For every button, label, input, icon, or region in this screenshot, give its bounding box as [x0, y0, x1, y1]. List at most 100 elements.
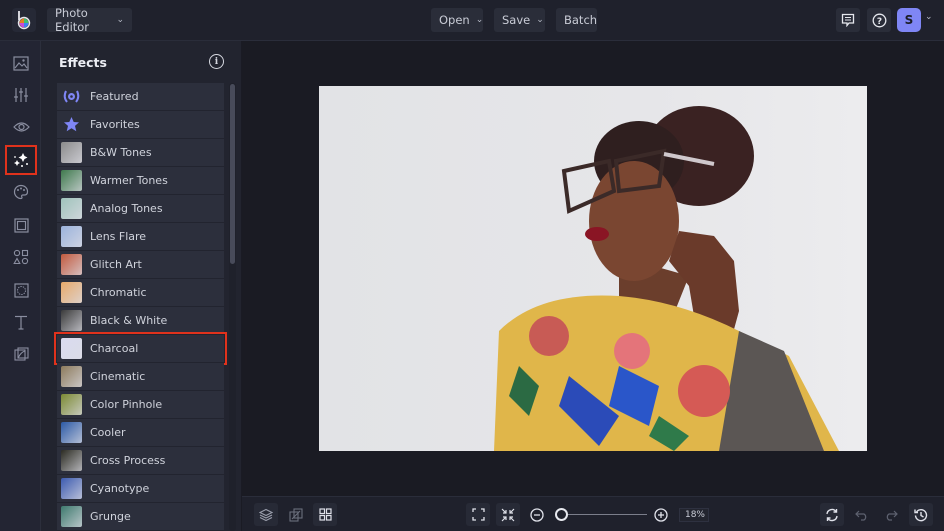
effects-list: Featured Favorites B&W Tones Warmer Tones An…: [54, 83, 227, 531]
zoom-in-icon[interactable]: [654, 508, 668, 522]
zoom-slider-handle[interactable]: [554, 508, 568, 521]
effect-label: Favorites: [90, 118, 140, 131]
zoom-slider-track[interactable]: [555, 514, 647, 515]
compare-button[interactable]: [284, 503, 308, 526]
effect-item-featured[interactable]: Featured: [57, 83, 224, 110]
effect-item-black-white[interactable]: Black & White: [57, 307, 224, 334]
rail-touch-up[interactable]: [5, 112, 37, 142]
canvas-area: [242, 41, 944, 496]
effect-item-lens-flare[interactable]: Lens Flare: [57, 223, 224, 250]
tool-rail: [0, 41, 41, 531]
svg-text:?: ?: [876, 17, 881, 27]
grid-view-button[interactable]: [313, 503, 337, 526]
effect-thumbnail: [61, 338, 82, 359]
effect-label: Cyanotype: [90, 482, 150, 495]
effect-item-cross-process[interactable]: Cross Process: [57, 447, 224, 474]
effect-label: Warmer Tones: [90, 174, 168, 187]
save-button[interactable]: Save ⌄: [494, 8, 545, 32]
zoom-percentage-input[interactable]: 18%: [679, 508, 709, 522]
info-icon[interactable]: i: [209, 54, 224, 69]
chat-icon: [841, 13, 855, 27]
effect-thumbnail: [61, 198, 82, 219]
effect-label: Cross Process: [90, 454, 166, 467]
rail-text[interactable]: [5, 307, 37, 337]
help-icon: ?: [872, 13, 886, 27]
effects-sparkle-icon: [14, 153, 28, 167]
eye-icon: [12, 122, 30, 132]
save-label: Save: [502, 13, 531, 27]
rail-graphics[interactable]: [5, 242, 37, 272]
effect-item-cooler[interactable]: Cooler: [57, 419, 224, 446]
feedback-button[interactable]: [836, 8, 860, 32]
effect-label: Lens Flare: [90, 230, 147, 243]
effect-thumbnail: [61, 394, 82, 415]
help-button[interactable]: ?: [867, 8, 891, 32]
rail-image[interactable]: [5, 48, 37, 78]
effect-thumbnail: [61, 142, 82, 163]
app-logo[interactable]: [12, 8, 36, 32]
chevron-down-icon: ⌄: [116, 15, 124, 25]
layers-button[interactable]: [254, 503, 278, 526]
effect-thumbnail: [61, 422, 82, 443]
effect-item-cinematic[interactable]: Cinematic: [57, 363, 224, 390]
befunky-logo-icon: [17, 11, 31, 30]
fullscreen-icon: [471, 508, 485, 521]
top-bar: Photo Editor ⌄ Open ⌄ Save ⌄ Batch ? S ⌄: [0, 0, 944, 41]
redo-button[interactable]: [879, 503, 903, 526]
reset-button[interactable]: [820, 503, 844, 526]
graphics-shapes-icon: [13, 249, 29, 265]
layers-icon: [259, 508, 273, 521]
effect-item-chromatic[interactable]: Chromatic: [57, 279, 224, 306]
effect-label: Chromatic: [90, 286, 147, 299]
featured-laurel-icon: [63, 90, 80, 103]
effect-item-glitch-art[interactable]: Glitch Art: [57, 251, 224, 278]
grid-icon: [318, 508, 332, 521]
effect-item-analog-tones[interactable]: Analog Tones: [57, 195, 224, 222]
text-icon: [15, 315, 27, 330]
effect-thumbnail: [61, 310, 82, 331]
zoom-out-icon[interactable]: [530, 508, 544, 522]
bottom-bar: 18%: [242, 496, 944, 531]
effect-item-favorites[interactable]: Favorites: [57, 111, 224, 138]
adjust-sliders-icon: [14, 88, 28, 102]
actual-size-button[interactable]: [496, 503, 520, 526]
batch-button[interactable]: Batch: [556, 8, 597, 32]
history-icon: [914, 508, 928, 521]
scrollbar-thumb[interactable]: [230, 84, 235, 264]
open-button[interactable]: Open ⌄: [431, 8, 483, 32]
effect-item-cyanotype[interactable]: Cyanotype: [57, 475, 224, 502]
fit-to-screen-button[interactable]: [466, 503, 490, 526]
chevron-down-icon: ⌄: [475, 15, 484, 25]
photo-canvas[interactable]: [319, 86, 867, 451]
batch-label: Batch: [564, 13, 598, 27]
effect-item-b-w-tones[interactable]: B&W Tones: [57, 139, 224, 166]
photo-editor-menu[interactable]: Photo Editor ⌄: [47, 6, 132, 34]
effect-item-warmer-tones[interactable]: Warmer Tones: [57, 167, 224, 194]
rail-overlays[interactable]: [5, 339, 37, 369]
undo-button[interactable]: [850, 503, 874, 526]
effect-label: Featured: [90, 90, 139, 103]
rail-frames[interactable]: [5, 210, 37, 240]
effect-item-color-pinhole[interactable]: Color Pinhole: [57, 391, 224, 418]
overlay-icon: [13, 346, 29, 361]
history-button[interactable]: [909, 503, 933, 526]
effect-thumbnail: [61, 226, 82, 247]
rail-textures[interactable]: [5, 275, 37, 305]
portrait-photo: [494, 106, 839, 451]
effect-label: Cooler: [90, 426, 126, 439]
open-label: Open: [439, 13, 470, 27]
effect-thumbnail: [61, 450, 82, 471]
rail-effects[interactable]: [5, 145, 37, 175]
user-avatar[interactable]: S: [897, 8, 921, 32]
redo-icon: [886, 510, 898, 521]
rail-edit[interactable]: [5, 80, 37, 110]
rail-artsy[interactable]: [5, 177, 37, 207]
effect-thumbnail: [61, 366, 82, 387]
effect-item-charcoal[interactable]: Charcoal: [54, 332, 227, 365]
account-chevron-down-icon[interactable]: ⌄: [925, 12, 933, 22]
effect-thumbnail: [61, 478, 82, 499]
effect-thumbnail: [61, 170, 82, 191]
effect-label: Black & White: [90, 314, 168, 327]
effect-item-grunge[interactable]: Grunge: [57, 503, 224, 530]
texture-icon: [13, 282, 29, 298]
